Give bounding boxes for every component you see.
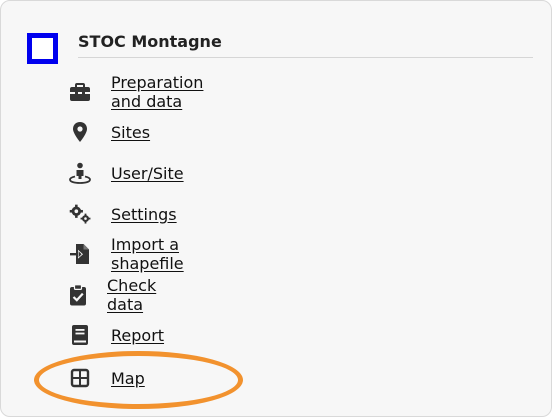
menu-item-preparation-and-data[interactable]: Preparation and data <box>69 73 203 111</box>
menu-item-check-data[interactable]: Check data <box>69 276 160 314</box>
menu-item-label: Check data <box>107 276 157 314</box>
menu-item-label: Map <box>111 368 145 388</box>
menu-item-label: Preparation and data <box>111 73 204 111</box>
project-panel: STOC Montagne Preparation and data Sites… <box>0 0 552 417</box>
menu-item-import-shapefile[interactable]: Import a shapefile <box>69 235 184 273</box>
menu-item-label: User/Site <box>111 163 184 183</box>
panel-title: STOC Montagne <box>78 32 222 51</box>
menu-item-settings[interactable]: Settings <box>69 202 177 226</box>
menu-item-label: Import a shapefile <box>111 235 184 273</box>
title-divider <box>78 57 533 58</box>
menu-item-label: Settings <box>111 204 177 224</box>
gears-icon <box>69 203 91 225</box>
menu-item-sites[interactable]: Sites <box>69 120 150 144</box>
file-import-icon <box>69 243 91 265</box>
menu-item-label: Sites <box>111 122 151 142</box>
menu-item-user-site[interactable]: User/Site <box>69 161 184 185</box>
user-location-icon <box>69 162 91 184</box>
grid-icon <box>69 367 91 389</box>
book-icon <box>69 324 91 346</box>
toolbox-icon <box>69 81 91 103</box>
square-outline-icon <box>27 33 58 64</box>
menu-item-report[interactable]: Report <box>69 323 164 347</box>
menu-item-map[interactable]: Map <box>69 366 145 390</box>
clipboard-check-icon <box>69 284 87 306</box>
map-pin-icon <box>69 121 91 143</box>
menu-item-label: Report <box>111 325 165 345</box>
